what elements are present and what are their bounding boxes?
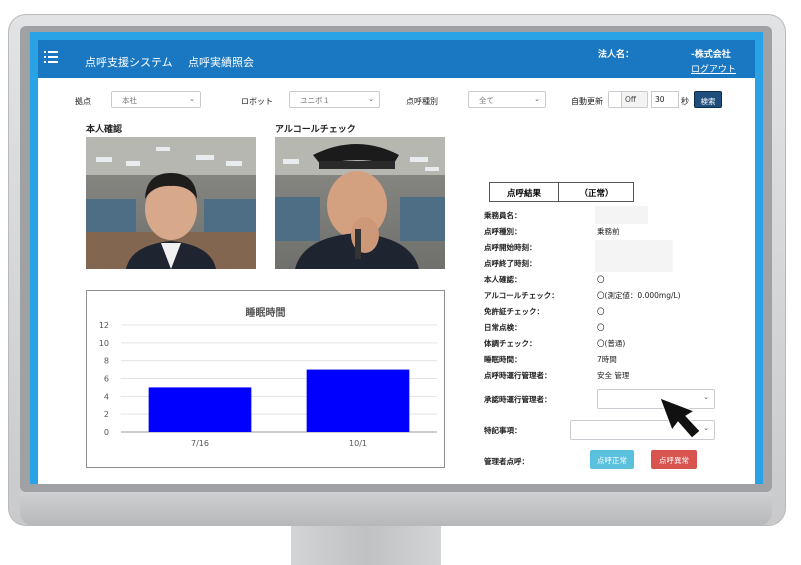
robot-select-value: ユニボ１ (300, 96, 330, 105)
toggle-handle (609, 92, 622, 107)
y-tick-label: 10 (99, 339, 109, 348)
result-row-value: 〇 (597, 323, 605, 332)
time-placeholder (595, 240, 673, 272)
robot-label: ロボット (241, 97, 273, 106)
base-label: 拠点 (75, 97, 91, 106)
result-row-label: 点呼開始時刻： (484, 243, 537, 252)
interval-unit: 秒 (681, 97, 689, 106)
page-title[interactable]: 点呼実績照会 (188, 54, 254, 70)
chevron-down-icon: ⌄ (189, 95, 195, 103)
result-row-value: 乗務前 (597, 227, 620, 236)
driver-name-placeholder (595, 206, 648, 224)
monitor-chin (20, 492, 772, 526)
roll-call-normal-button[interactable]: 点呼正常 (590, 450, 634, 469)
search-button[interactable]: 検索 (694, 91, 722, 108)
result-row-value: 〇 (597, 307, 605, 316)
y-tick-label: 2 (104, 410, 109, 419)
result-row-label: 体調チェック： (484, 339, 537, 348)
chevron-down-icon: ⌄ (703, 393, 709, 401)
company-label: 法人名： (598, 50, 635, 60)
result-row-label: 免許証チェック： (484, 307, 544, 316)
approver-label: 承認時運行管理者： (484, 395, 552, 404)
identity-title: 本人確認 (86, 125, 123, 135)
roll-call-abnormal-button[interactable]: 点呼異常 (651, 450, 697, 469)
result-row-label: 本人確認： (484, 275, 522, 284)
robot-select[interactable]: ユニボ１ ⌄ (289, 91, 380, 108)
menu-icon[interactable] (44, 50, 58, 64)
result-row-label: 点呼時運行管理者： (484, 371, 552, 380)
result-row-label: 点呼種別： (484, 227, 522, 236)
type-label: 点呼種別 (406, 97, 438, 106)
app-screen: 点呼支援システム 点呼実績照会 法人名： -株式会社 ログアウト 拠点 本社 ⌄ … (30, 32, 763, 484)
type-select[interactable]: 全て ⌄ (468, 91, 546, 108)
app-header: 点呼支援システム 点呼実績照会 法人名： -株式会社 ログアウト (38, 40, 755, 78)
chevron-down-icon: ⌄ (534, 95, 540, 103)
result-header-label: 点呼結果 (490, 183, 559, 201)
sleep-chart: 0 2 4 6 8 10 12 7/16 10/1 (99, 321, 437, 448)
identity-photo (86, 137, 256, 269)
alcohol-title: アルコールチェック (275, 125, 356, 135)
y-tick-label: 0 (104, 428, 109, 437)
logout-link[interactable]: ログアウト (691, 62, 736, 75)
result-row-value: 〇(測定値：0.000mg/L) (597, 291, 681, 300)
sleep-chart-panel: 睡眠時間 0 2 4 6 8 10 12 7/16 10/1 (86, 290, 445, 468)
result-row-label: 乗務員名： (484, 211, 522, 220)
type-select-value: 全て (479, 96, 494, 105)
monitor-stand (291, 526, 441, 565)
result-row-value: 安全 管理 (597, 371, 630, 380)
y-tick-label: 4 (104, 392, 109, 401)
result-row-label: アルコールチェック： (484, 291, 559, 300)
y-tick-label: 6 (104, 375, 109, 384)
result-row-value: 〇 (597, 275, 605, 284)
result-row-label: 点呼終了時刻： (484, 259, 537, 268)
result-header: 点呼結果 （正常） (489, 182, 634, 202)
sleep-bar (148, 387, 252, 432)
toggle-state: Off (625, 95, 637, 104)
manager-label: 管理者点呼： (484, 457, 529, 466)
auto-update-label: 自動更新 (571, 97, 603, 106)
auto-update-toggle[interactable]: Off (608, 91, 648, 108)
cursor-arrow-icon (659, 397, 701, 439)
base-select[interactable]: 本社 ⌄ (111, 91, 201, 108)
alcohol-photo (275, 137, 445, 269)
y-tick-label: 8 (104, 357, 109, 366)
interval-input[interactable]: 30 (651, 91, 679, 108)
chevron-down-icon: ⌄ (368, 95, 374, 103)
remarks-label: 特記事項： (484, 426, 522, 435)
chevron-down-icon: ⌄ (703, 424, 709, 432)
result-row-value: 〇(普通) (597, 339, 626, 348)
y-tick-label: 12 (99, 321, 109, 330)
x-tick-label: 7/16 (191, 439, 209, 448)
result-row-label: 日常点検： (484, 323, 522, 332)
result-status: （正常） (579, 189, 614, 199)
base-select-value: 本社 (122, 96, 137, 105)
x-tick-label: 10/1 (349, 439, 367, 448)
system-title: 点呼支援システム (85, 56, 173, 69)
result-row-value: 7時間 (597, 355, 617, 364)
sleep-bar (306, 369, 410, 432)
company-value: -株式会社 (691, 50, 731, 60)
result-row-label: 睡眠時間： (484, 355, 522, 364)
